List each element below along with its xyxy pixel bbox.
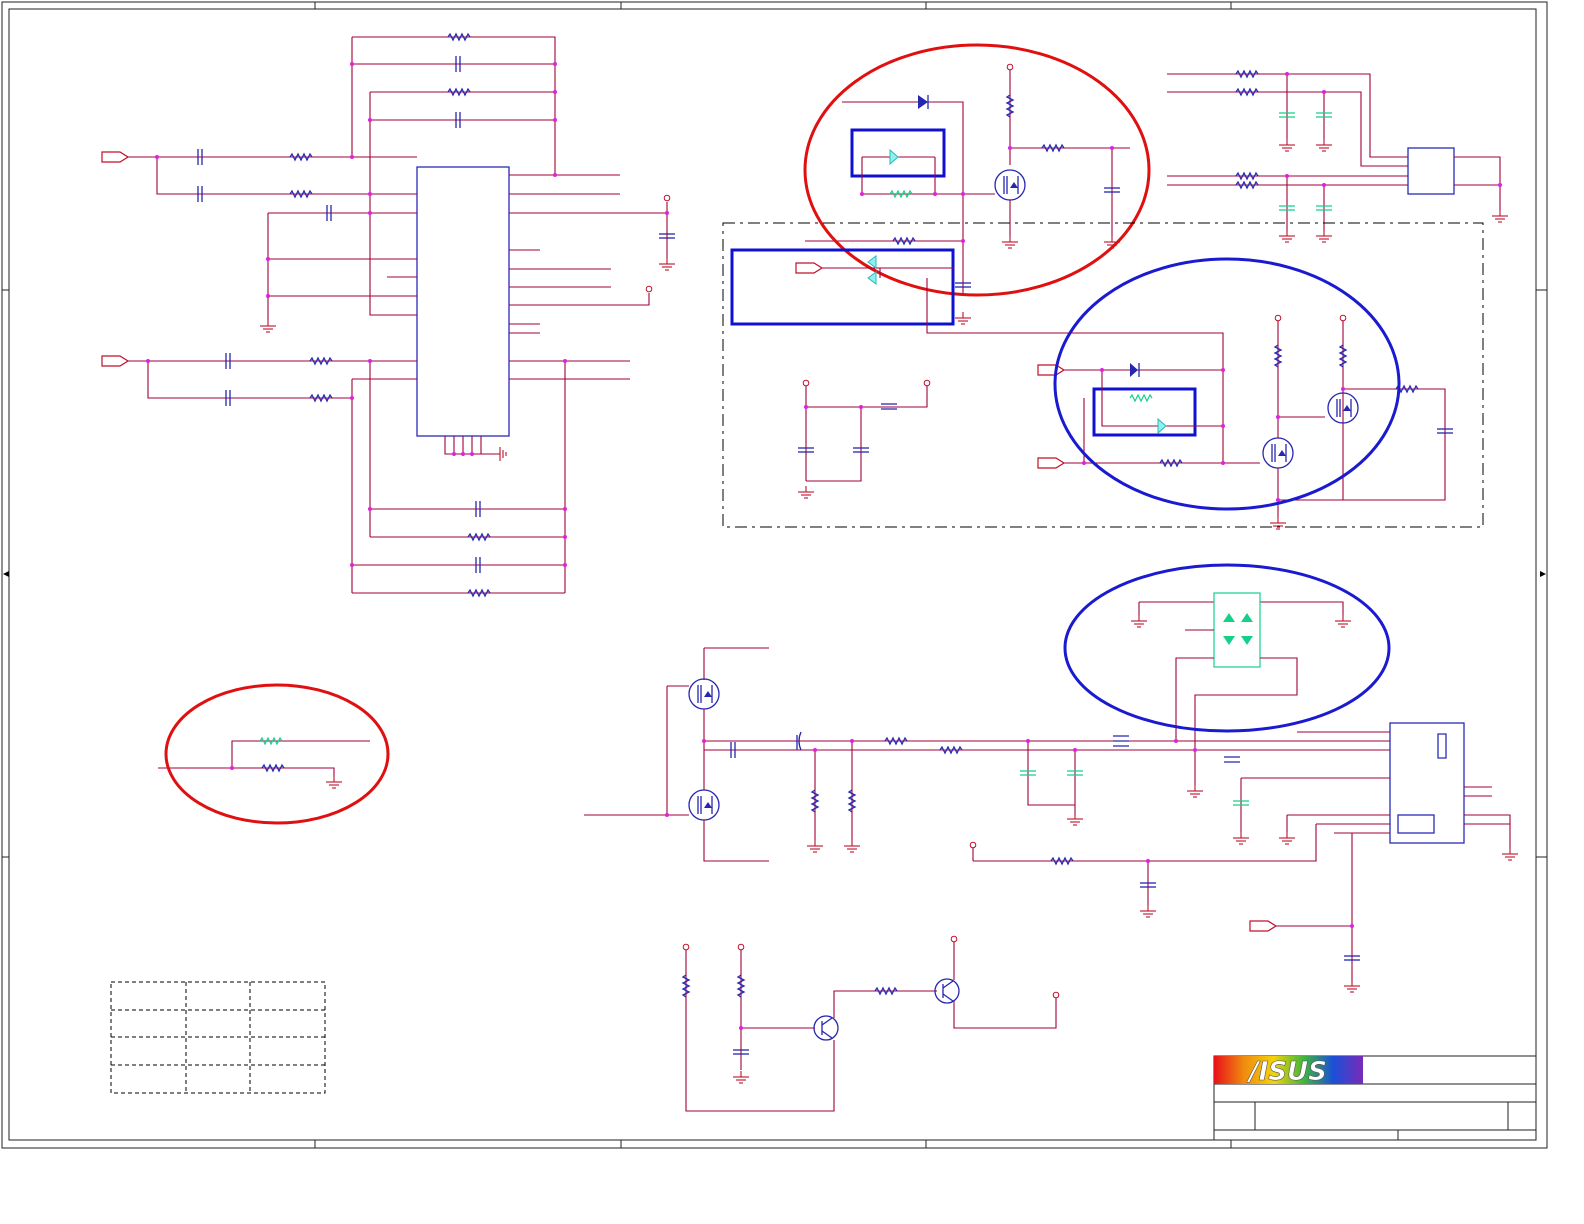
schematic-canvas: /ISUS	[1, 1, 1548, 1149]
blue-circle-annotation-top	[1053, 257, 1401, 511]
blue-circle-annotation-bottom	[1063, 563, 1391, 733]
revision-table	[110, 981, 326, 1094]
esd-diode-array	[1063, 563, 1391, 750]
red-circle-annotation	[164, 683, 390, 825]
title-block: /ISUS	[1213, 1055, 1537, 1141]
red-circle-annotation-top	[803, 43, 1151, 297]
opamp-ic-section	[101, 33, 676, 597]
bead-icon	[1113, 735, 1129, 747]
bjt-icon	[813, 1015, 839, 1041]
drawing-frame	[1, 1, 1548, 1149]
diode-icon	[918, 95, 928, 109]
dashed-region	[722, 222, 1484, 530]
top-right-connector	[1167, 70, 1509, 243]
mosfet-icon	[994, 169, 1026, 201]
output-stage	[584, 647, 1519, 993]
ic-chip-icon	[416, 166, 510, 437]
svg-text:/ISUS: /ISUS	[1246, 1057, 1327, 1087]
highlight-red-left	[158, 683, 390, 825]
transistor-switch	[682, 935, 1060, 1112]
asus-logo: /ISUS	[1214, 1056, 1363, 1087]
off-page-port-icon	[101, 151, 129, 163]
connector-jack-icon	[1389, 722, 1465, 844]
mute-circuit	[803, 43, 1151, 297]
